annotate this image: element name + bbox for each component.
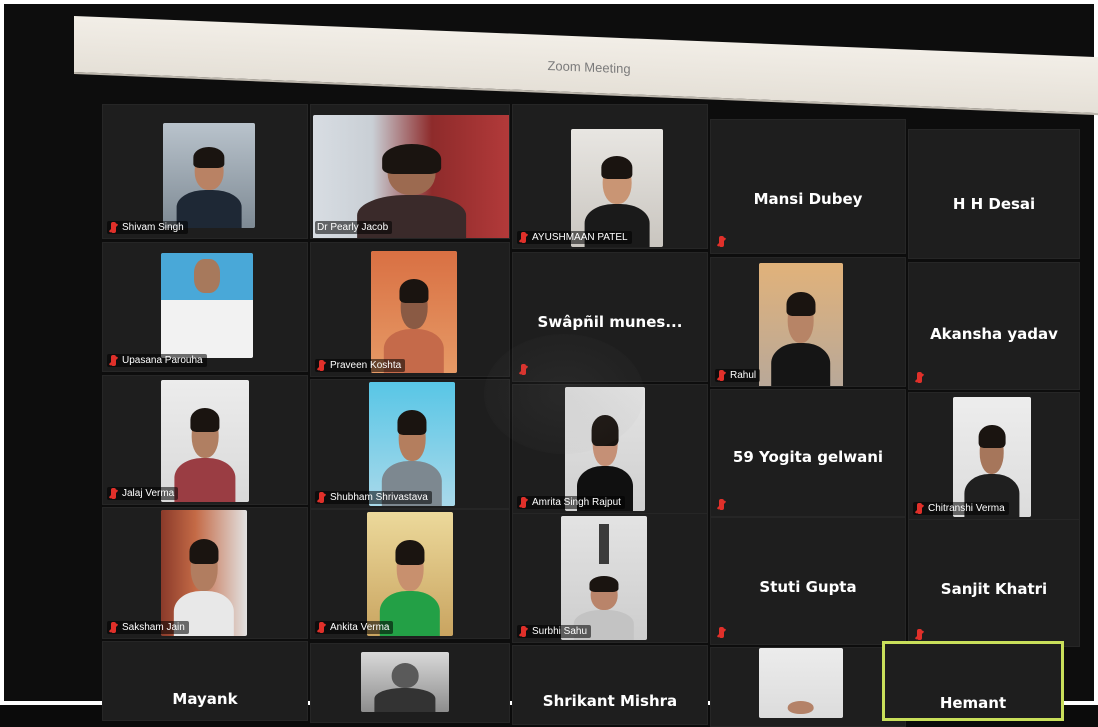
mic-muted-icon (109, 488, 118, 499)
participant-name: Swâpñil munes... (537, 313, 683, 331)
participant-label: Surbhi Sahu (517, 625, 592, 638)
mic-muted-icon (519, 497, 528, 508)
participant-video (565, 387, 645, 511)
participant-name: 59 Yogita gelwani (732, 448, 884, 466)
participant-video (361, 652, 449, 712)
mic-muted-icon (317, 622, 326, 633)
participant-label: Dr Pearly Jacob (315, 221, 393, 234)
participant-label: Ankita Verma (315, 621, 394, 634)
participant-name: Mayank (172, 690, 238, 708)
participant-video (561, 516, 647, 640)
participant-video (163, 123, 255, 228)
mic-muted-icon (317, 360, 326, 371)
participant-tile[interactable]: Jalaj Verma (102, 375, 308, 505)
participant-name: Mansi Dubey (753, 190, 863, 208)
participant-tile[interactable]: Stuti Gupta (710, 517, 906, 645)
participant-label: Jalaj Verma (107, 487, 179, 500)
participant-video (369, 382, 455, 506)
participant-video (953, 397, 1031, 517)
participant-name: Sanjit Khatri (940, 580, 1048, 598)
participant-name: Stuti Gupta (759, 578, 857, 596)
participant-tile[interactable]: Saksham Jain (102, 507, 308, 639)
mic-muted-icon (519, 364, 528, 375)
participant-tile[interactable] (710, 647, 906, 727)
screen-frame: Zoom Meeting Shivam Singh Dr Pearly Jaco… (0, 0, 1098, 727)
participant-tile[interactable]: Shubham Shrivastava (310, 379, 510, 509)
participant-tile[interactable]: Shrikant Mishra (512, 645, 708, 725)
participant-tile[interactable]: Sanjit Khatri (908, 519, 1080, 647)
participant-label: Shubham Shrivastava (315, 491, 432, 504)
active-speaker-tile[interactable]: Hemant (882, 641, 1064, 721)
participant-tile[interactable]: Swâpñil munes... (512, 252, 708, 382)
participant-video (371, 251, 457, 373)
participant-tile[interactable]: Chitranshi Verma (908, 392, 1080, 520)
participant-tile[interactable]: Surbhi Sahu (512, 513, 708, 643)
participant-video (759, 648, 843, 718)
participant-tile[interactable]: Upasana Parouha (102, 242, 308, 372)
mic-muted-icon (717, 627, 726, 638)
participant-tile[interactable]: Dr Pearly Jacob (310, 104, 510, 239)
mic-muted-icon (717, 236, 726, 247)
participant-tile[interactable]: Ankita Verma (310, 509, 510, 639)
participant-name: Akansha yadav (930, 325, 1058, 343)
participant-name: Shrikant Mishra (542, 692, 678, 710)
participant-video (161, 253, 253, 358)
participant-tile[interactable]: 59 Yogita gelwani (710, 389, 906, 517)
participant-tile[interactable] (310, 643, 510, 723)
mic-muted-icon (519, 626, 528, 637)
participant-tile[interactable]: Akansha yadav (908, 262, 1080, 390)
participant-video (161, 380, 249, 502)
participant-tile[interactable]: Mansi Dubey (710, 119, 906, 254)
mic-muted-icon (915, 372, 924, 383)
participant-name: H H Desai (952, 195, 1036, 213)
participant-label: Praveen Koshta (315, 359, 406, 372)
mic-muted-icon (109, 622, 118, 633)
mic-muted-icon (109, 355, 118, 366)
participant-tile[interactable]: Mayank (102, 641, 308, 721)
participant-video (367, 512, 453, 636)
participant-tile[interactable]: H H Desai (908, 129, 1080, 259)
participant-tile[interactable]: Rahul (710, 257, 906, 387)
participant-tile[interactable]: Praveen Koshta (310, 242, 510, 377)
mic-muted-icon (519, 232, 528, 243)
mic-muted-icon (317, 492, 326, 503)
mic-muted-icon (915, 503, 924, 514)
participant-label: Amrita Singh Rajput (517, 496, 625, 509)
participant-label: AYUSHMAAN PATEL (517, 231, 632, 244)
participant-tile[interactable]: Amrita Singh Rajput (512, 384, 708, 514)
gallery-grid: Shivam Singh Dr Pearly Jacob AYUSHMAAN P… (102, 99, 1082, 727)
participant-label: Shivam Singh (107, 221, 188, 234)
participant-video (571, 129, 663, 247)
participant-label: Chitranshi Verma (913, 502, 1009, 515)
participant-label: Rahul (715, 369, 761, 382)
participant-video (161, 510, 247, 636)
mic-muted-icon (109, 222, 118, 233)
participant-video (759, 263, 843, 386)
participant-label: Upasana Parouha (107, 354, 207, 367)
participant-label: Saksham Jain (107, 621, 189, 634)
participant-tile[interactable]: Shivam Singh (102, 104, 308, 239)
participant-tile[interactable]: AYUSHMAAN PATEL (512, 104, 708, 249)
mic-muted-icon (915, 629, 924, 640)
window-title: Zoom Meeting (547, 58, 631, 77)
mic-muted-icon (717, 370, 726, 381)
participant-name: Hemant (939, 694, 1007, 712)
mic-muted-icon (717, 499, 726, 510)
